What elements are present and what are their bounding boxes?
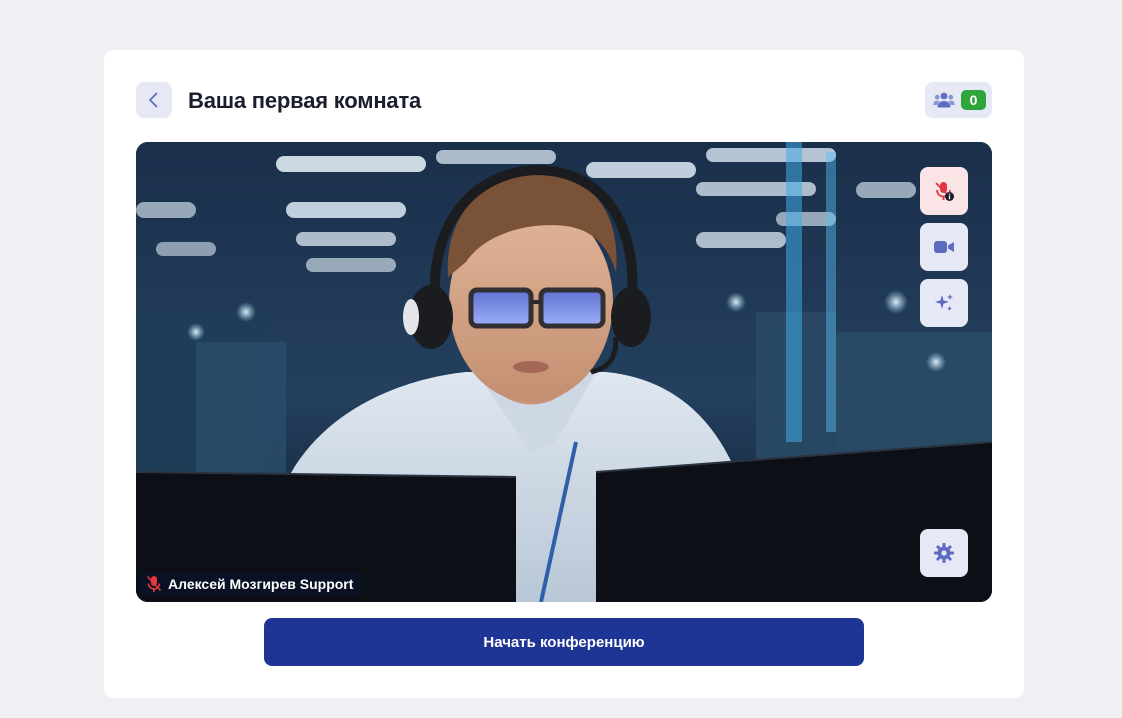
video-camera-icon bbox=[934, 241, 954, 253]
effects-button[interactable] bbox=[920, 279, 968, 327]
room-title: Ваша первая комната bbox=[188, 88, 422, 113]
mic-permission-button[interactable] bbox=[920, 167, 968, 215]
settings-button[interactable] bbox=[920, 529, 968, 577]
participants-count-badge: 0 bbox=[961, 90, 986, 110]
camera-preview-image bbox=[136, 142, 992, 602]
users-icon bbox=[933, 92, 955, 108]
start-conference-button[interactable]: Начать конференцию bbox=[264, 618, 864, 666]
mic-off-icon bbox=[146, 575, 162, 592]
back-button[interactable] bbox=[136, 82, 172, 118]
chevron-left-icon bbox=[149, 92, 158, 108]
participant-name: Алексей Мозгирев Support bbox=[168, 576, 354, 592]
pre-join-card: Ваша первая комната 0 Алексей Мозгирев S… bbox=[104, 50, 1024, 698]
participants-counter[interactable]: 0 bbox=[925, 82, 992, 118]
mic-blocked-icon bbox=[935, 182, 954, 201]
sparkles-icon bbox=[935, 294, 953, 311]
participant-name-tag: Алексей Мозгирев Support bbox=[140, 572, 362, 596]
gear-icon bbox=[934, 543, 954, 563]
video-preview: Алексей Мозгирев Support bbox=[136, 142, 992, 602]
camera-button[interactable] bbox=[920, 223, 968, 271]
